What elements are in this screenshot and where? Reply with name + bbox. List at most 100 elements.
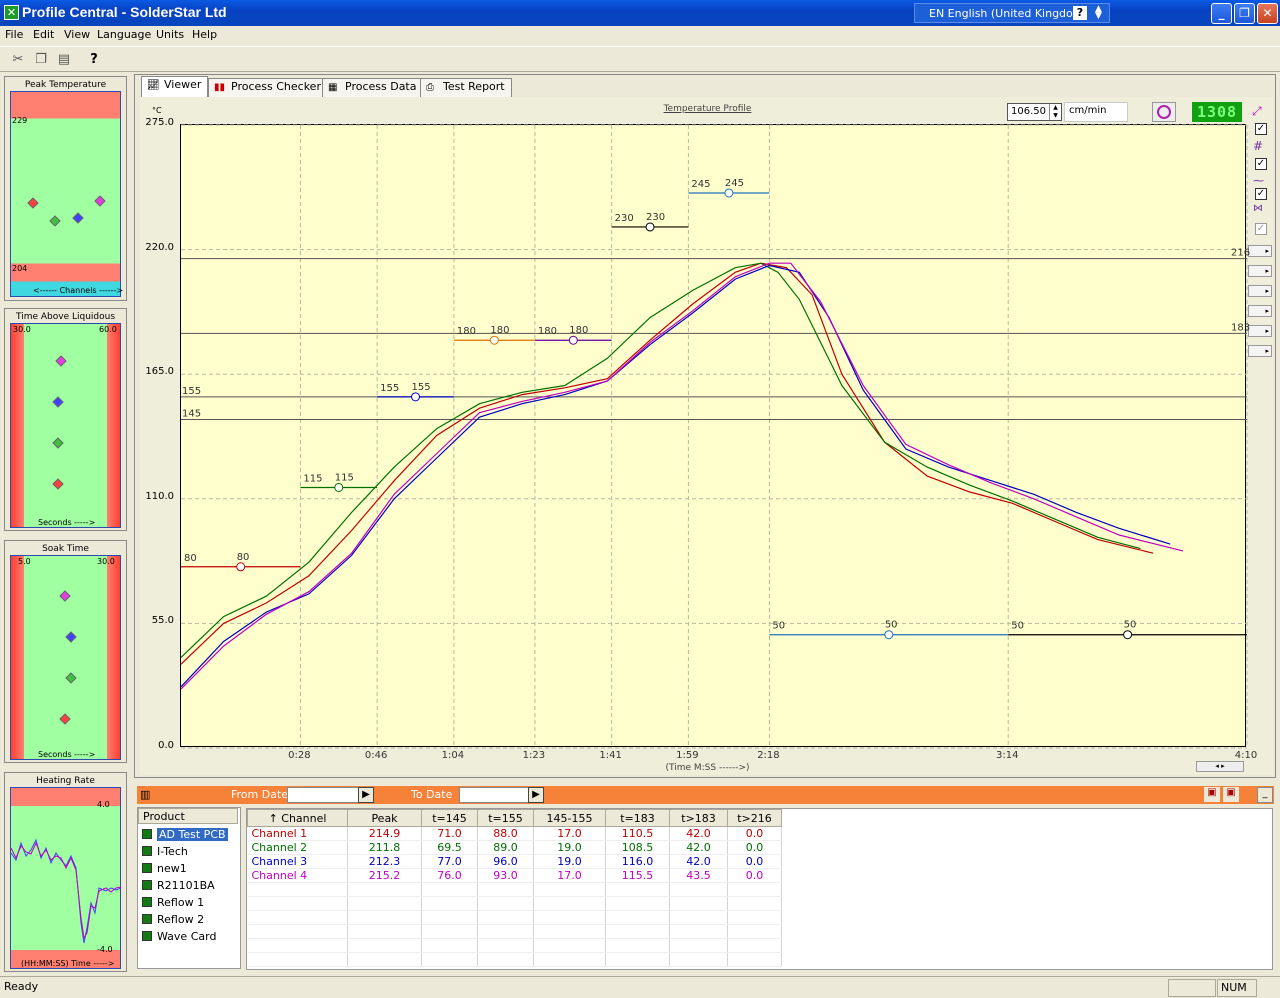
close-button[interactable]: ✕ bbox=[1257, 3, 1278, 24]
status-text: Ready bbox=[4, 980, 39, 993]
soak-plot: 5.0 30.0 Seconds -----> bbox=[10, 555, 121, 760]
toggle-checkbox-4[interactable]: ✓ bbox=[1255, 223, 1267, 235]
tal-left-label: 30.0 bbox=[13, 325, 31, 334]
product-item[interactable]: R21101BA bbox=[142, 879, 215, 896]
tab-test-report[interactable]: ⎙ Test Report bbox=[420, 78, 512, 97]
language-scroll-icon[interactable]: ▲ ▼ bbox=[1095, 5, 1102, 21]
help-pointer-icon[interactable]: ? bbox=[84, 50, 104, 70]
line-btn-3[interactable]: ▸ bbox=[1248, 285, 1272, 297]
toggle-checkbox-2[interactable]: ✓ bbox=[1255, 158, 1267, 170]
copy-icon[interactable]: ❐ bbox=[31, 50, 51, 70]
table-cell: 108.5 bbox=[605, 840, 670, 855]
series-line bbox=[180, 262, 1154, 665]
line-btn-5[interactable]: ▸ bbox=[1248, 325, 1272, 337]
line-btn-6[interactable]: ▸ bbox=[1248, 345, 1272, 357]
tal-marker-ch1 bbox=[52, 478, 64, 490]
paste-icon[interactable]: ▤ bbox=[54, 50, 74, 70]
table-header[interactable]: t=183 bbox=[605, 809, 670, 827]
help-icon[interactable]: ? bbox=[1073, 6, 1087, 20]
line-btn-2[interactable]: ▸ bbox=[1248, 265, 1272, 277]
zoom-icon[interactable]: ⤢ bbox=[1252, 104, 1262, 119]
to-date-button[interactable]: ▶ bbox=[528, 787, 544, 803]
soak-marker-ch4 bbox=[59, 590, 71, 602]
table-header[interactable]: ↑ Channel bbox=[247, 809, 348, 827]
menu-edit[interactable]: Edit bbox=[33, 28, 54, 41]
product-item[interactable]: new1 bbox=[142, 862, 187, 879]
menu-units[interactable]: Units bbox=[156, 28, 184, 41]
product-item[interactable]: I-Tech bbox=[142, 845, 188, 862]
setpoint-label: 50 bbox=[1011, 621, 1024, 632]
menu-help[interactable]: Help bbox=[192, 28, 217, 41]
toggle-checkbox-3[interactable]: ✓ bbox=[1255, 188, 1267, 200]
x-tick-label: 0:28 bbox=[288, 750, 311, 761]
cut-icon[interactable]: ✂ bbox=[8, 50, 28, 70]
table-cell bbox=[605, 924, 670, 939]
setpoint-value: 50 bbox=[885, 620, 898, 631]
table-header[interactable]: 145-155 bbox=[533, 809, 606, 827]
save-folder-icon[interactable]: ▣ bbox=[1223, 787, 1239, 802]
table-header[interactable]: t=145 bbox=[421, 809, 478, 827]
table-cell: 88.0 bbox=[477, 826, 534, 841]
conveyor-speed-input[interactable]: 106.50 ▲ ▼ bbox=[1007, 103, 1062, 121]
threshold-label: 216 bbox=[1231, 248, 1250, 259]
line-btn-4[interactable]: ▸ bbox=[1248, 305, 1272, 317]
menu-view[interactable]: View bbox=[64, 28, 90, 41]
collapse-button[interactable]: _ bbox=[1257, 787, 1273, 803]
from-date-button[interactable]: ▶ bbox=[358, 787, 374, 803]
table-cell bbox=[669, 938, 728, 953]
table-cell: 43.5 bbox=[669, 868, 728, 883]
table-cell: 212.3 bbox=[347, 854, 422, 869]
tab-process-data[interactable]: ▦ Process Data bbox=[322, 78, 424, 97]
setpoint-marker bbox=[724, 188, 734, 198]
product-item[interactable]: Reflow 2 bbox=[142, 913, 204, 930]
table-cell: 0.0 bbox=[727, 826, 782, 841]
tab-viewer[interactable]: 📈︎ Viewer bbox=[141, 76, 209, 97]
grid-toggle-icon[interactable]: # bbox=[1253, 139, 1263, 153]
chart-svg: 216 183 155 145 80 80 115 115 155 155 180 180 180 180… bbox=[180, 124, 1250, 749]
table-row[interactable]: Channel 4 215.2 76.0 93.0 17.0 115.5 43.5 0.0 bbox=[247, 868, 782, 883]
menu-file[interactable]: File bbox=[5, 28, 23, 41]
limits-toggle-icon[interactable]: ⋈ bbox=[1253, 203, 1263, 214]
to-date-input[interactable] bbox=[459, 787, 531, 803]
table-cell bbox=[421, 952, 478, 967]
line-btn-1[interactable]: ▸ bbox=[1248, 245, 1272, 257]
toggle-checkbox-1[interactable]: ✓ bbox=[1255, 123, 1267, 135]
camera-icon[interactable] bbox=[1152, 102, 1176, 122]
table-cell bbox=[727, 952, 782, 967]
table-cell: 71.0 bbox=[421, 826, 478, 841]
setpoint-marker bbox=[489, 335, 499, 345]
table-header[interactable]: t>183 bbox=[669, 809, 728, 827]
filter-icon[interactable]: ▥ bbox=[140, 788, 150, 801]
table-row[interactable]: Channel 3 212.3 77.0 96.0 19.0 116.0 42.0 0.0 bbox=[247, 854, 782, 869]
setpoint-label: 115 bbox=[303, 473, 322, 484]
table-cell bbox=[421, 938, 478, 953]
product-item[interactable]: AD Test PCB bbox=[142, 828, 228, 845]
tal-marker-ch3 bbox=[52, 396, 64, 408]
table-header[interactable]: t>216 bbox=[727, 809, 782, 827]
language-selector[interactable]: EN English (United Kingdom) ? ▲ ▼ bbox=[914, 3, 1110, 23]
setpoint-label: 180 bbox=[457, 326, 476, 337]
product-label: Reflow 2 bbox=[157, 913, 205, 926]
product-item[interactable]: Reflow 1 bbox=[142, 896, 204, 913]
setpoint-marker bbox=[411, 392, 421, 402]
peak-marker-ch1 bbox=[27, 197, 39, 209]
horizontal-scrollbar[interactable]: ◂ ▸ bbox=[1196, 761, 1244, 772]
peak-plot: 229 204 <------ Channels ------> bbox=[10, 91, 123, 297]
tab-process-checker[interactable]: ▮▮ Process Checker bbox=[208, 78, 328, 97]
table-row[interactable]: Channel 1 214.9 71.0 88.0 17.0 110.5 42.0 0.0 bbox=[247, 826, 782, 841]
soak-axis-label: Seconds -----> bbox=[38, 750, 96, 759]
from-date-input[interactable] bbox=[287, 787, 359, 803]
maximize-button[interactable]: ❐ bbox=[1234, 3, 1255, 24]
table-row[interactable]: Channel 2 211.8 69.5 89.0 19.0 108.5 42.0 0.0 bbox=[247, 840, 782, 855]
table-row-empty bbox=[247, 952, 782, 967]
minimize-button[interactable]: _ bbox=[1211, 3, 1232, 24]
product-item[interactable]: Wave Card bbox=[142, 930, 216, 947]
table-header[interactable]: t=155 bbox=[477, 809, 534, 827]
table-cell bbox=[533, 882, 606, 897]
table-header[interactable]: Peak bbox=[347, 809, 422, 827]
open-folder-icon[interactable]: ▣ bbox=[1204, 787, 1220, 802]
menu-language[interactable]: Language bbox=[97, 28, 151, 41]
lcd-display: 1308 bbox=[1192, 102, 1242, 122]
line-toggle-icon[interactable]: ⁓ bbox=[1253, 174, 1264, 187]
table-cell bbox=[247, 952, 348, 967]
